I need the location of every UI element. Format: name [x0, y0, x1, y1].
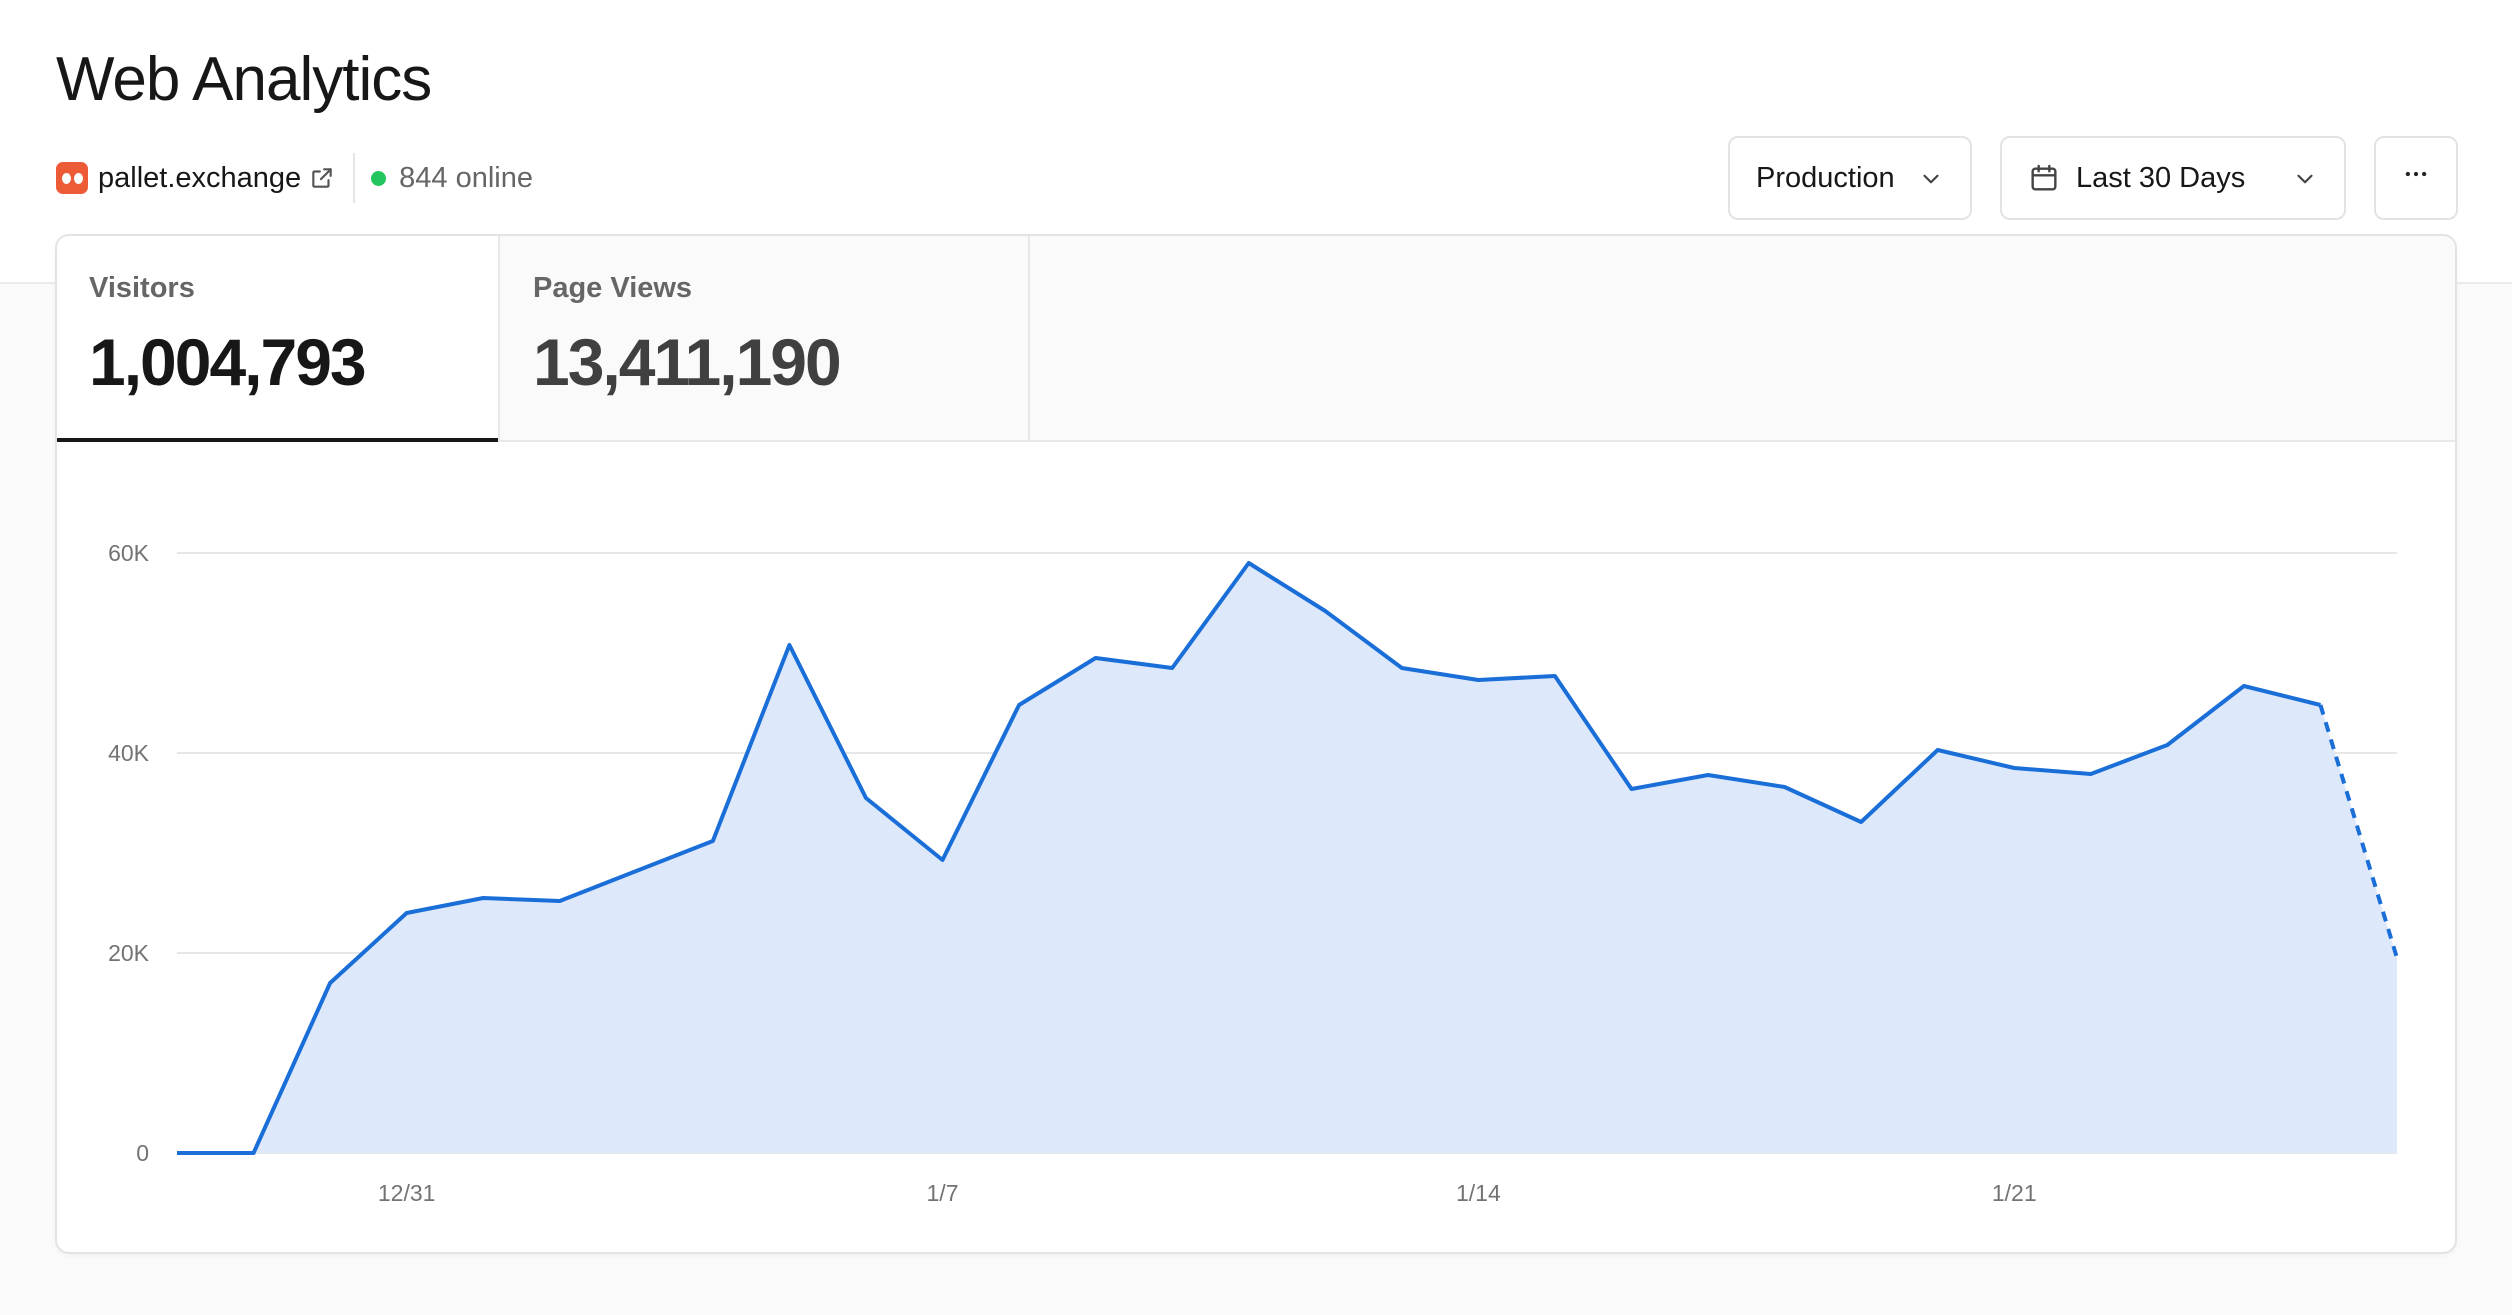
tab-visitors-label: Visitors — [89, 272, 195, 304]
external-link-icon[interactable] — [309, 165, 335, 191]
x-axis-ticks: 12/31 1/7 1/14 1/21 — [378, 1180, 2037, 1206]
analytics-card: Visitors 1,004,793 Page Views 13,411,190… — [55, 234, 2457, 1254]
more-options-icon — [2401, 159, 2431, 197]
chevron-down-icon — [2292, 166, 2318, 200]
date-range-select-label: Last 30 Days — [2076, 161, 2246, 194]
y-tick-label: 20K — [108, 940, 150, 966]
x-tick-label: 1/21 — [1992, 1180, 2037, 1206]
page-title: Web Analytics — [56, 45, 432, 114]
visitors-area — [177, 563, 2397, 1153]
header-divider — [353, 153, 356, 203]
calendar-icon — [2028, 162, 2060, 194]
tab-page-views[interactable]: Page Views 13,411,190 — [498, 236, 1030, 442]
online-count: 844 online — [399, 161, 533, 194]
site-favicon-icon — [56, 162, 88, 194]
visitors-chart: 0 20K 40K 60K 12/31 1/7 1/14 1/21 — [108, 540, 2399, 1206]
y-axis-ticks: 0 20K 40K 60K — [108, 540, 150, 1166]
y-tick-label: 40K — [108, 740, 150, 766]
chevron-down-icon — [1918, 166, 1944, 200]
online-status-dot-icon — [371, 170, 387, 186]
site-link[interactable]: pallet.exchange — [98, 162, 301, 195]
x-tick-label: 1/14 — [1456, 1180, 1501, 1206]
more-options-button[interactable] — [2374, 136, 2458, 220]
tab-page-views-value: 13,411,190 — [533, 325, 842, 399]
y-tick-label: 60K — [108, 540, 150, 566]
y-tick-label: 0 — [136, 1140, 149, 1166]
site-row: pallet.exchange 844 online — [56, 153, 533, 203]
x-tick-label: 12/31 — [378, 1180, 436, 1206]
tab-visitors-value: 1,004,793 — [89, 325, 367, 399]
x-tick-label: 1/7 — [927, 1180, 959, 1206]
date-range-select[interactable]: Last 30 Days — [2000, 136, 2346, 220]
tab-visitors[interactable]: Visitors 1,004,793 — [57, 236, 498, 442]
environment-select-label: Production — [1756, 161, 1895, 194]
environment-select[interactable]: Production — [1728, 136, 1972, 220]
metric-tabs: Visitors 1,004,793 Page Views 13,411,190 — [57, 236, 2455, 442]
tab-page-views-label: Page Views — [533, 272, 693, 304]
